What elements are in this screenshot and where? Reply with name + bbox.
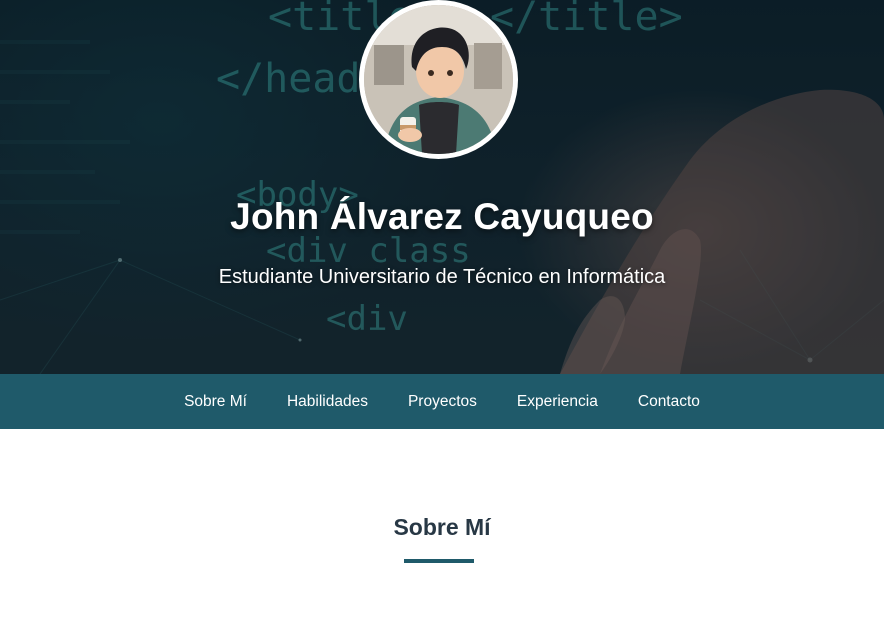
code-line: <div [326, 299, 408, 339]
code-line: </title> [490, 0, 683, 40]
main-navbar: Sobre Mí Habilidades Proyectos Experienc… [0, 374, 884, 429]
profile-photo-icon [364, 5, 513, 154]
profile-name: John Álvarez Cayuqueo [230, 196, 654, 237]
section-title-sobre-mi: Sobre Mí [393, 514, 491, 540]
hero-header: <title> </title> </head> <body> <div cla… [0, 0, 884, 374]
nav-link-contacto[interactable]: Contacto [618, 393, 720, 411]
profile-subtitle: Estudiante Universitario de Técnico en I… [218, 266, 666, 288]
section-title-underline [404, 559, 474, 563]
nav-link-sobre-mi[interactable]: Sobre Mí [164, 393, 267, 411]
nav-link-proyectos[interactable]: Proyectos [388, 393, 497, 411]
avatar [359, 0, 518, 159]
nav-link-habilidades[interactable]: Habilidades [267, 393, 388, 411]
nav-link-experiencia[interactable]: Experiencia [497, 393, 618, 411]
